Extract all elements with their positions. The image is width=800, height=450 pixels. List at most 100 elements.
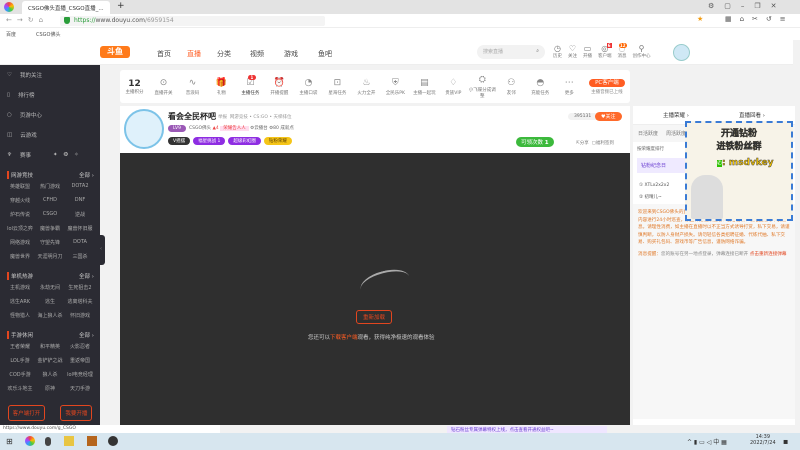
creator-button[interactable]: ⚲ 创作中心 bbox=[633, 44, 651, 59]
browser-logo-icon[interactable] bbox=[4, 2, 14, 12]
share-button[interactable]: ⇱分享 bbox=[576, 141, 589, 146]
category-link[interactable]: 炉石传说 bbox=[5, 211, 35, 218]
sidebar-item-rank[interactable]: ▯ 排行榜 bbox=[0, 85, 100, 105]
toolbar-item[interactable]: ⛭ 小飞碟分成调整 bbox=[468, 75, 497, 99]
more-link[interactable]: 全部 › bbox=[79, 171, 94, 179]
category-link[interactable]: 原神 bbox=[35, 385, 65, 392]
category-link[interactable]: 魔兽争霸 bbox=[35, 225, 65, 232]
follow-button[interactable]: ♥关注 bbox=[595, 112, 622, 121]
chip[interactable]: V摇摆 bbox=[168, 137, 191, 145]
sidebar-item-cloudgame[interactable]: ◫ 云游戏 bbox=[0, 125, 100, 145]
category-link[interactable]: 穿越火线 bbox=[5, 197, 35, 204]
toolbar-item[interactable]: ∿ 音浪码 bbox=[178, 78, 207, 96]
category-link[interactable]: 逃生 bbox=[35, 298, 65, 305]
category-link[interactable]: 热门游戏 bbox=[35, 183, 65, 190]
nav-buttons-icon[interactable]: ←→↻⌂ bbox=[6, 16, 48, 24]
category-link[interactable]: LOL手游 bbox=[5, 357, 35, 364]
url-input[interactable]: https://www.douyu.com/6959154 bbox=[60, 16, 325, 26]
bookmark-csgo[interactable]: CSGO佛头 bbox=[36, 31, 60, 38]
category-link[interactable]: 逃离塔科夫 bbox=[65, 298, 95, 305]
category-link[interactable]: 金铲铲之战 bbox=[35, 357, 65, 364]
category-link[interactable]: DNF bbox=[65, 197, 95, 204]
start-icon[interactable]: ⊞ bbox=[6, 437, 13, 446]
app-icon[interactable] bbox=[87, 436, 97, 446]
app-icon[interactable] bbox=[64, 436, 74, 446]
toolbar-item[interactable]: ⛨ 全民乐PK bbox=[381, 78, 410, 96]
claim-button[interactable]: 可领次数 1 bbox=[516, 137, 554, 147]
download-client-link[interactable]: 下载客户端 bbox=[330, 335, 358, 341]
sidebar-item-follow[interactable]: ♡ 我的关注 bbox=[0, 65, 100, 85]
nav-category[interactable]: 分类 bbox=[217, 49, 231, 59]
tab-weekly[interactable]: 周活跃度 bbox=[666, 130, 686, 137]
category-link[interactable]: lol电竞经理 bbox=[65, 371, 95, 378]
sidebar-collapse-handle[interactable]: ‹ bbox=[100, 235, 105, 265]
toolbar-item[interactable]: ◔ 主播口袋 bbox=[294, 78, 323, 96]
category-link[interactable]: 火影忍者 bbox=[65, 343, 95, 350]
start-broadcast-button[interactable]: 我要开播 bbox=[60, 405, 93, 421]
tab-daily[interactable]: 日活跃度 bbox=[638, 130, 658, 137]
sidebar-item-events[interactable]: ♆ 赛事 ✦❂✧ bbox=[0, 145, 100, 165]
toolbar-item[interactable]: 🎁 礼物 bbox=[207, 78, 236, 96]
category-link[interactable]: DOTA bbox=[65, 239, 95, 246]
category-link[interactable]: 重返帝国 bbox=[65, 357, 95, 364]
category-link[interactable]: 网络游戏 bbox=[5, 239, 35, 246]
chip[interactable]: 福星挑战 1 bbox=[193, 137, 226, 145]
category-link[interactable]: 怀旧游戏 bbox=[65, 312, 95, 319]
category-link[interactable]: lol云顶之弈 bbox=[5, 225, 35, 232]
browser-tab[interactable]: CSGO佛头直播_CSGO直播_... bbox=[22, 1, 110, 14]
toolbar-item[interactable]: ▤ 主播一起玩 bbox=[410, 78, 439, 96]
category-link[interactable]: 怪物猎人 bbox=[5, 312, 35, 319]
browser-taskbar-icon[interactable] bbox=[25, 436, 35, 446]
more-link[interactable]: 全部 › bbox=[79, 272, 94, 280]
chip[interactable]: 超级彩虹圈 bbox=[228, 137, 261, 145]
nav-yuba[interactable]: 鱼吧 bbox=[318, 49, 332, 59]
toolbar-item[interactable]: ☑ 主播任务 1 bbox=[236, 74, 265, 96]
category-breadcrumb[interactable]: 网游竞技 • CS:GO • 天梯排位 bbox=[230, 115, 292, 120]
category-link[interactable]: 主机游戏 bbox=[5, 284, 35, 291]
toolbar-item[interactable]: ⊡ 星海任务 bbox=[323, 78, 352, 96]
category-link[interactable]: 逆战 bbox=[65, 211, 95, 218]
clock[interactable]: 14:39 2022/7/24 bbox=[750, 434, 776, 446]
history-button[interactable]: ◷ 历史 bbox=[553, 44, 562, 59]
category-link[interactable]: 欢乐斗地主 bbox=[5, 385, 35, 392]
nav-video[interactable]: 视频 bbox=[250, 49, 264, 59]
reconnect-link[interactable]: 点击重新连接弹幕 bbox=[750, 252, 787, 257]
avatar[interactable] bbox=[673, 44, 690, 61]
category-link[interactable]: 狼人杀 bbox=[35, 371, 65, 378]
douyu-logo[interactable]: 斗鱼 bbox=[100, 46, 130, 58]
app-icon[interactable] bbox=[45, 437, 51, 446]
category-link[interactable]: 天涯明月刀 bbox=[35, 253, 65, 260]
pc-client-button[interactable]: PC客户端 bbox=[589, 79, 625, 87]
bookmark-baidu[interactable]: 百度 bbox=[6, 31, 16, 38]
nav-games[interactable]: 游戏 bbox=[284, 49, 298, 59]
video-player[interactable]: 重新加载 您还可以下载客户端观看，获得纯净极速的观看体验 bbox=[120, 153, 630, 425]
anchor-score[interactable]: 12 主播积分 bbox=[120, 79, 149, 95]
client-button[interactable]: ◎ 客户端 6 bbox=[598, 43, 612, 59]
category-link[interactable]: 英雄联盟 bbox=[5, 183, 35, 190]
category-link[interactable]: CSGO bbox=[35, 211, 65, 218]
notification-icon[interactable]: ▪ bbox=[783, 437, 788, 446]
chip[interactable]: 钻粉荣耀 bbox=[263, 137, 292, 145]
category-link[interactable]: 永劫无间 bbox=[35, 284, 65, 291]
category-link[interactable]: CFHD bbox=[35, 197, 65, 204]
category-link[interactable]: 海上狼人杀 bbox=[35, 312, 65, 319]
category-link[interactable]: DOTA2 bbox=[65, 183, 95, 190]
toolbar-item[interactable]: ⚇ 友邻 bbox=[497, 78, 526, 96]
category-link[interactable]: COD手游 bbox=[5, 371, 35, 378]
category-link[interactable]: 逃生ARK bbox=[5, 298, 35, 305]
toolbar-item[interactable]: ◓ 充能任务 bbox=[526, 78, 555, 96]
more-link[interactable]: 全部 › bbox=[79, 331, 94, 339]
new-tab-icon[interactable]: + bbox=[117, 1, 125, 11]
category-link[interactable]: 王者荣耀 bbox=[5, 343, 35, 350]
window-controls[interactable]: ⚙▢–❐✕ bbox=[708, 2, 787, 10]
category-link[interactable]: 魔兽怀旧服 bbox=[65, 225, 95, 232]
app-icon[interactable] bbox=[108, 436, 118, 446]
toolbar-item[interactable]: ♨ 火力全开 bbox=[352, 78, 381, 96]
streamer-avatar[interactable] bbox=[124, 109, 164, 149]
search-input[interactable]: 搜索直播 ⌕ bbox=[477, 45, 545, 59]
category-link[interactable]: 三国杀 bbox=[65, 253, 95, 260]
report-link[interactable]: 举报 bbox=[218, 115, 227, 120]
toolbar-icons[interactable]: ▦⌂✂↺≡ bbox=[725, 15, 794, 23]
toolbar-item[interactable]: ⊙ 直播开关 bbox=[149, 78, 178, 96]
toolbar-item[interactable]: ⋯ 更多 bbox=[555, 78, 584, 96]
